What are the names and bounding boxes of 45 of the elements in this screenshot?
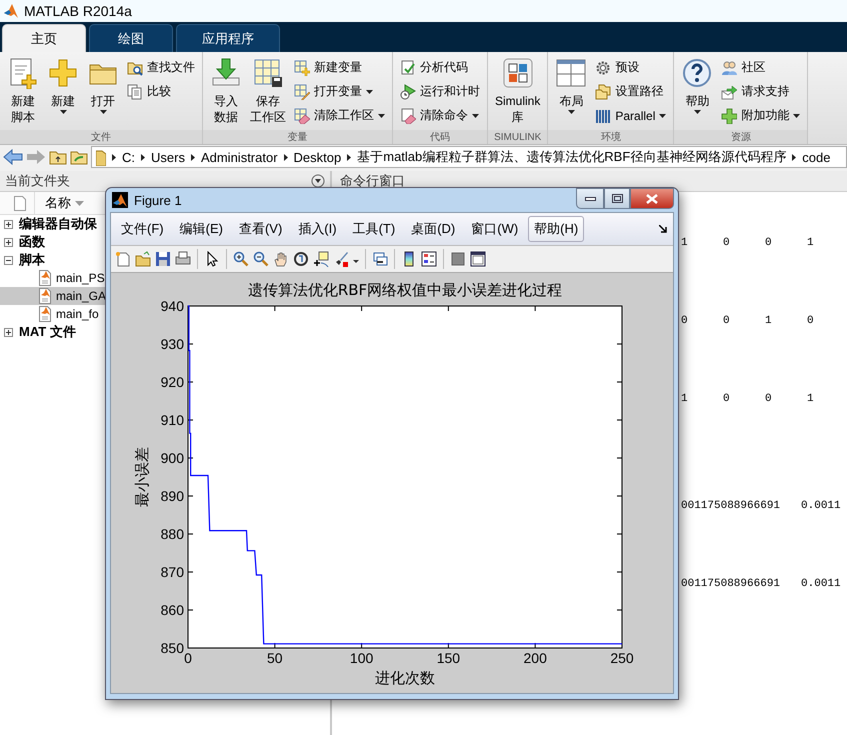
panel-title: 命令行窗口 [340,172,405,190]
tick-label: 870 [160,564,184,580]
output-value: 0 [723,315,731,327]
tick-label: 200 [524,650,547,666]
tick-label: 920 [160,374,184,390]
output-value: 0 [807,315,815,327]
output-value: 0 [723,237,731,249]
tick-label: 940 [160,298,184,314]
output-value: 0 [765,393,773,405]
output-value: 0 [723,393,731,405]
output-value: 0.0011 [801,500,841,512]
output-value: 1 [807,393,815,405]
group-label: 变量 [203,130,392,144]
output-value: 001175088966691 [681,500,780,512]
axis-label: 进化次数 [375,669,435,687]
tick-label: 890 [160,488,184,504]
tick-label: 850 [160,640,184,656]
tick-label: 250 [610,650,634,666]
output-value: 0.0011 [801,578,841,590]
group-label: 文件 [0,130,202,144]
tick-label: 0 [184,650,192,666]
window-title: Figure 1 [134,192,183,208]
output-value: 1 [807,237,815,249]
window-title: MATLAB R2014a [24,3,132,19]
output-value: 1 [681,237,689,249]
group-label: 环境 [548,130,674,144]
tick-label: 880 [160,526,184,542]
output-value: 1 [765,315,773,327]
group-label: 资源 [674,130,808,144]
output-value: 001175088966691 [681,578,780,590]
group-label: 代码 [393,130,487,144]
tick-label: 50 [267,650,283,666]
tick-label: 930 [160,336,184,352]
tick-label: 860 [160,602,184,618]
panel-title: 当前文件夹 [5,172,70,190]
group-label: SIMULINK [488,130,548,144]
axis-label: 最小误差 [133,447,151,507]
tick-label: 900 [160,450,184,466]
tick-label: 910 [160,412,184,428]
chart-title: 遗传算法优化RBF网络权值中最小误差进化过程 [248,281,562,299]
output-value: 1 [681,393,689,405]
tick-label: 150 [436,650,460,666]
output-value: 0 [681,315,689,327]
tick-label: 100 [350,650,374,666]
output-value: 0 [765,237,773,249]
